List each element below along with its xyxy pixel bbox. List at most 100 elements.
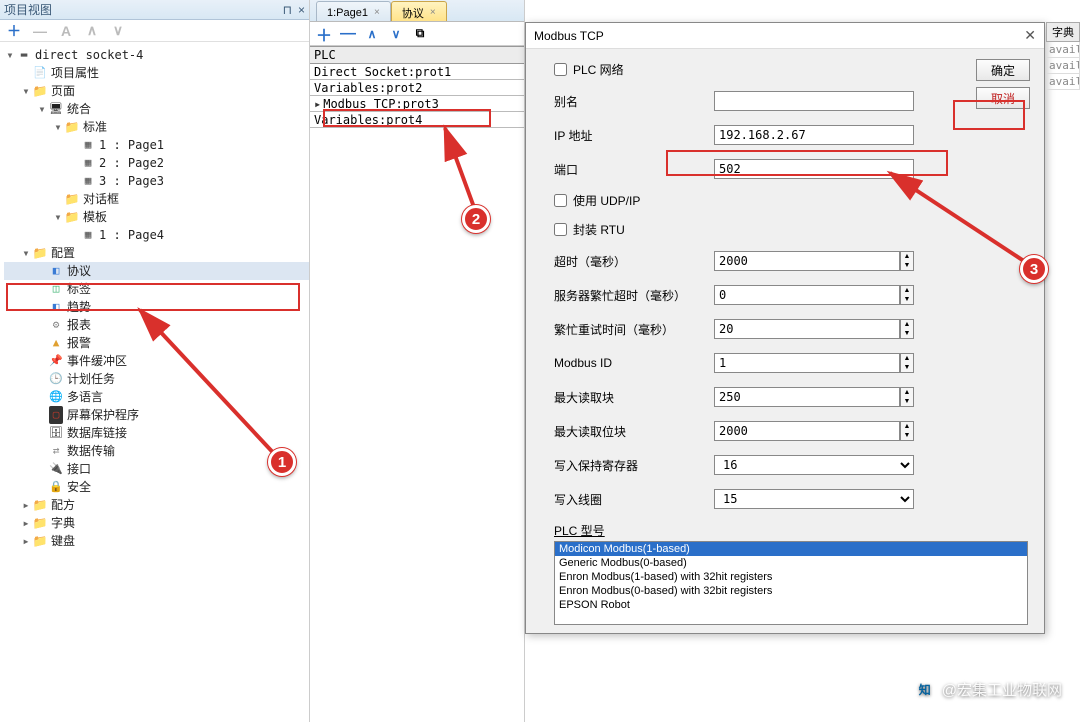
- dialog-button-group: 确定 取消: [976, 59, 1030, 109]
- timeout-label: 超时（毫秒）: [554, 253, 714, 270]
- maxread-input[interactable]: [714, 387, 900, 407]
- timeout-spinner[interactable]: ▲▼: [900, 251, 914, 271]
- dialog-title-bar[interactable]: Modbus TCP ✕: [526, 23, 1044, 49]
- alias-input[interactable]: [714, 91, 914, 111]
- plc-model-option[interactable]: Generic Modbus(0-based): [555, 556, 1027, 570]
- plc-row[interactable]: Modbus TCP:prot3: [310, 96, 524, 112]
- tree-item[interactable]: ▾标准: [4, 118, 309, 136]
- tree-item[interactable]: 数据传输: [4, 442, 309, 460]
- tree-twisty-icon[interactable]: ▸: [20, 496, 32, 514]
- tree-add-button[interactable]: ＋: [6, 23, 22, 39]
- maxreadbit-input[interactable]: [714, 421, 900, 441]
- tree-twisty-icon[interactable]: ▸: [20, 514, 32, 532]
- tree-item[interactable]: 安全: [4, 478, 309, 496]
- modbus-id-input[interactable]: [714, 353, 900, 373]
- port-input[interactable]: [714, 159, 914, 179]
- tree-item[interactable]: 接口: [4, 460, 309, 478]
- busy-spinner[interactable]: ▲▼: [900, 285, 914, 305]
- protocol-down-button[interactable]: ∨: [388, 26, 404, 42]
- tree-item[interactable]: ▸ 字典: [4, 514, 309, 532]
- tree-item[interactable]: 报表: [4, 316, 309, 334]
- tree-down-button[interactable]: ∨: [110, 23, 126, 39]
- protocol-remove-button[interactable]: —: [340, 26, 356, 42]
- plc-model-option[interactable]: Enron Modbus(0-based) with 32bit registe…: [555, 584, 1027, 598]
- plc-row[interactable]: Direct Socket:prot1: [310, 64, 524, 80]
- timeout-input[interactable]: [714, 251, 900, 271]
- page-icon: [80, 155, 96, 171]
- tree-twisty-icon[interactable]: ▾: [36, 100, 48, 118]
- tree-item[interactable]: 报警: [4, 334, 309, 352]
- tree-item[interactable]: ▸配方: [4, 496, 309, 514]
- ok-button[interactable]: 确定: [976, 59, 1030, 81]
- tab-close-icon[interactable]: ×: [374, 7, 380, 18]
- tree-item[interactable]: 数据库链接: [4, 424, 309, 442]
- plc-row[interactable]: Variables:prot2: [310, 80, 524, 96]
- protocol-add-button[interactable]: ＋: [316, 26, 332, 42]
- busy-timeout-input[interactable]: [714, 285, 900, 305]
- protocol-up-button[interactable]: ∧: [364, 26, 380, 42]
- cancel-button[interactable]: 取消: [976, 87, 1030, 109]
- tab-strip: 1:Page1×协议×: [310, 0, 524, 22]
- tree-up-button[interactable]: ∧: [84, 23, 100, 39]
- tree-twisty-icon[interactable]: ▾: [4, 46, 16, 64]
- tree-item[interactable]: 计划任务: [4, 370, 309, 388]
- tree-item[interactable]: 2 : Page2: [4, 154, 309, 172]
- rtu-checkbox[interactable]: [554, 223, 567, 236]
- tree-item[interactable]: ▾模板: [4, 208, 309, 226]
- panel-pin-icon[interactable]: ⊓: [283, 3, 292, 17]
- tree-twisty-icon[interactable]: ▾: [20, 244, 32, 262]
- tree-twisty-icon[interactable]: ▸: [20, 532, 32, 550]
- write-coil-select[interactable]: 15: [714, 489, 914, 509]
- retry-spinner[interactable]: ▲▼: [900, 319, 914, 339]
- protocol-extra-icon[interactable]: ⧉: [412, 26, 428, 42]
- tree-item[interactable]: ▾direct socket-4: [4, 46, 309, 64]
- tree-item-label: 键盘: [51, 532, 75, 550]
- dictionary-cell: avail: [1046, 74, 1080, 90]
- tree-item-label: 多语言: [67, 388, 103, 406]
- tree-remove-button[interactable]: —: [32, 23, 48, 39]
- retry-input[interactable]: [714, 319, 900, 339]
- tree-item[interactable]: 1 : Page4: [4, 226, 309, 244]
- page-icon: [80, 227, 96, 243]
- lock-icon: [48, 479, 64, 495]
- plc-model-list[interactable]: Modicon Modbus(1-based)Generic Modbus(0-…: [554, 541, 1028, 625]
- tree-item[interactable]: ▾配置: [4, 244, 309, 262]
- tree-item[interactable]: ▸ 键盘: [4, 532, 309, 550]
- tree-item-label: 接口: [67, 460, 91, 478]
- tree-item[interactable]: ▾页面: [4, 82, 309, 100]
- plc-row[interactable]: Variables:prot4: [310, 112, 524, 128]
- modbus-id-spinner[interactable]: ▲▼: [900, 353, 914, 373]
- maxreadbit-spinner[interactable]: ▲▼: [900, 421, 914, 441]
- tree-item-label: 字典: [51, 514, 75, 532]
- tree-item[interactable]: 对话框: [4, 190, 309, 208]
- tree-item[interactable]: ▾统合: [4, 100, 309, 118]
- tree-item[interactable]: 趋势: [4, 298, 309, 316]
- tree-item-label: 事件缓冲区: [67, 352, 127, 370]
- dialog-close-icon[interactable]: ✕: [1024, 27, 1036, 44]
- plc-network-checkbox[interactable]: [554, 63, 567, 76]
- tree-twisty-icon[interactable]: ▾: [20, 82, 32, 100]
- tab-close-icon[interactable]: ×: [430, 7, 436, 18]
- tab[interactable]: 协议×: [391, 1, 447, 21]
- tree-twisty-icon[interactable]: ▾: [52, 208, 64, 226]
- tree-item[interactable]: 事件缓冲区: [4, 352, 309, 370]
- ip-address-input[interactable]: [714, 125, 914, 145]
- tree-item[interactable]: 项目属性: [4, 64, 309, 82]
- write-holding-select[interactable]: 16: [714, 455, 914, 475]
- tab[interactable]: 1:Page1×: [316, 1, 391, 21]
- folder-icon: [32, 83, 48, 99]
- tree-item[interactable]: 3 : Page3: [4, 172, 309, 190]
- project-tree[interactable]: ▾direct socket-4项目属性▾页面▾统合▾标准1 : Page12 …: [0, 42, 309, 550]
- tree-item[interactable]: 1 : Page1: [4, 136, 309, 154]
- tree-item[interactable]: 多语言: [4, 388, 309, 406]
- tree-twisty-icon[interactable]: ▾: [52, 118, 64, 136]
- tree-item[interactable]: 协议: [4, 262, 309, 280]
- plc-model-option[interactable]: EPSON Robot: [555, 598, 1027, 612]
- plc-model-option[interactable]: Modicon Modbus(1-based): [555, 542, 1027, 556]
- udp-checkbox[interactable]: [554, 194, 567, 207]
- tree-item[interactable]: 屏幕保护程序: [4, 406, 309, 424]
- maxread-spinner[interactable]: ▲▼: [900, 387, 914, 407]
- tree-item[interactable]: 标签: [4, 280, 309, 298]
- plc-model-option[interactable]: Enron Modbus(1-based) with 32hit registe…: [555, 570, 1027, 584]
- panel-close-icon[interactable]: ×: [298, 3, 305, 17]
